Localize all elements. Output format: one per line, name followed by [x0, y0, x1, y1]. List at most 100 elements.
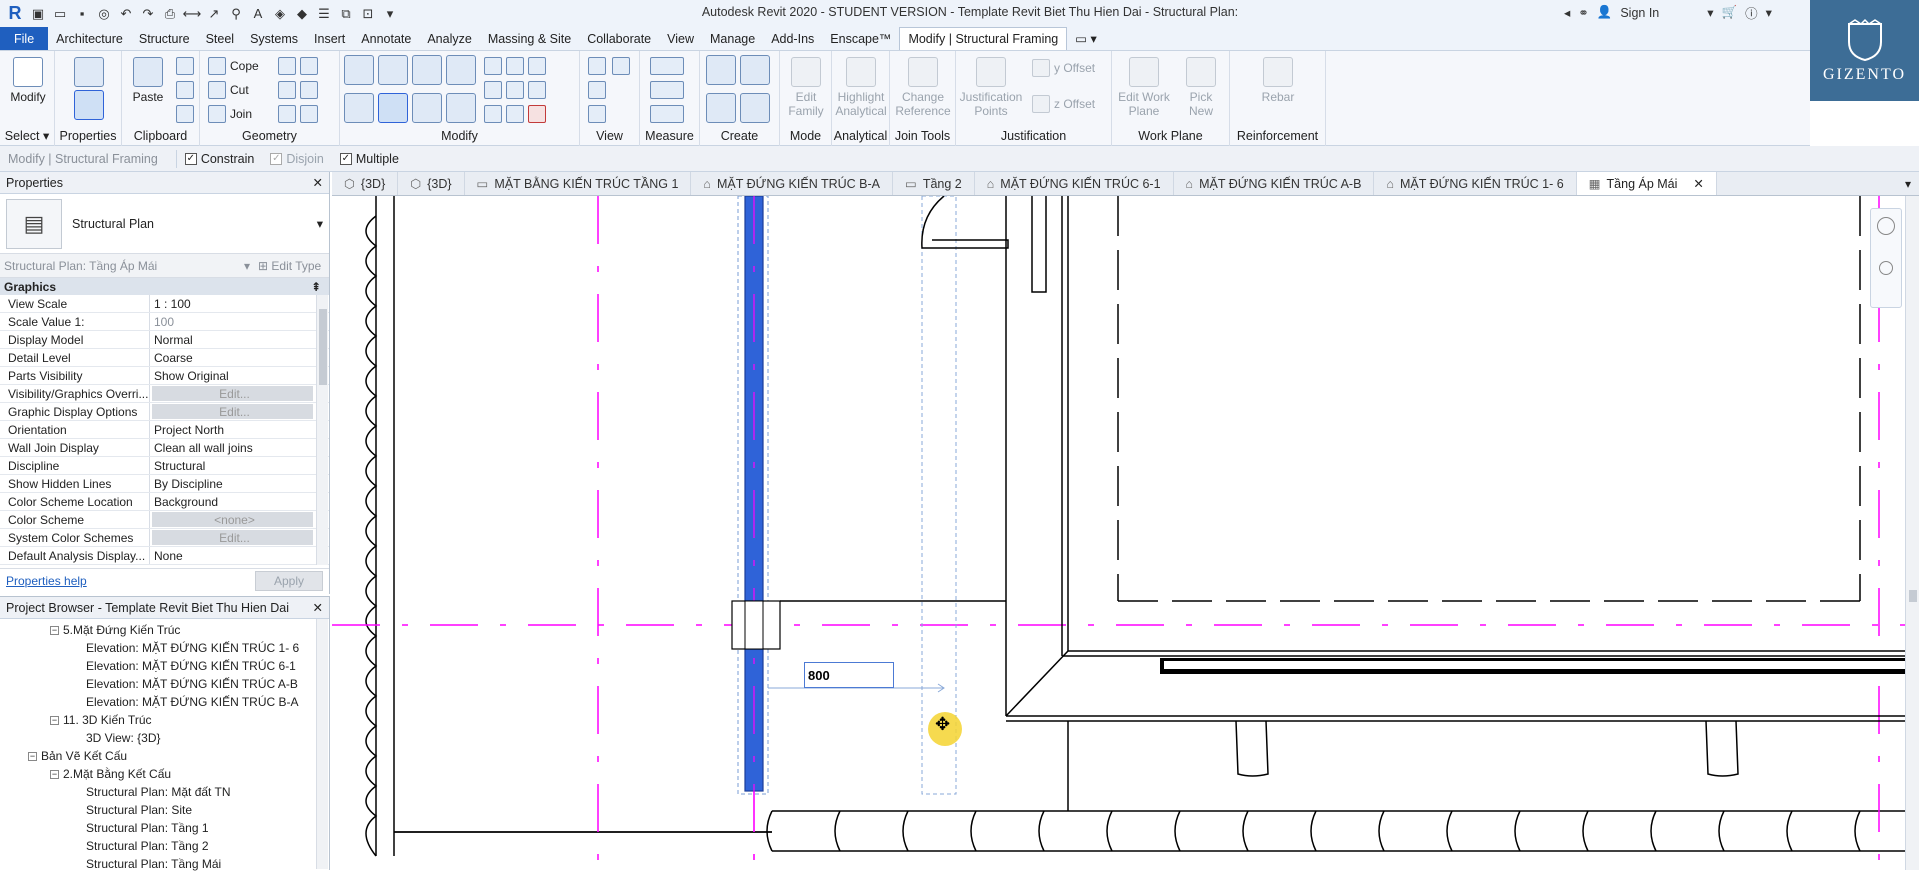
- y-offset-icon[interactable]: [1032, 59, 1050, 77]
- canvas-vertical-scrollbar[interactable]: [1905, 196, 1919, 870]
- default-3d-icon[interactable]: ◈: [270, 4, 290, 24]
- demolish-icon[interactable]: [278, 105, 296, 123]
- open-icon[interactable]: ▭: [50, 4, 70, 24]
- collapse-toggle-icon[interactable]: −: [50, 770, 59, 780]
- tab-structure[interactable]: Structure: [131, 27, 198, 50]
- view-tool-icon[interactable]: [588, 105, 606, 123]
- switch-windows-icon[interactable]: ⊡: [358, 4, 378, 24]
- help-dropdown-icon[interactable]: ▾: [1766, 5, 1772, 20]
- property-value[interactable]: <none>: [152, 512, 313, 527]
- paint-icon[interactable]: [300, 57, 318, 75]
- property-row[interactable]: Display Model Normal: [0, 331, 329, 349]
- property-value[interactable]: 100: [150, 313, 329, 330]
- browser-node[interactable]: 3D View: {3D}: [0, 729, 329, 747]
- zoom-icon[interactable]: [1879, 261, 1893, 275]
- create-similar-icon[interactable]: [740, 93, 770, 123]
- modify-button[interactable]: Modify: [8, 57, 48, 104]
- copy-element-icon[interactable]: [378, 93, 408, 123]
- property-value[interactable]: By Discipline: [150, 475, 329, 492]
- sync-icon[interactable]: ◎: [94, 4, 114, 24]
- tab-analyze[interactable]: Analyze: [419, 27, 479, 50]
- align-icon[interactable]: [344, 55, 374, 85]
- sign-in-link[interactable]: Sign In: [1620, 6, 1659, 20]
- properties-help-link[interactable]: Properties help: [6, 574, 87, 588]
- property-value[interactable]: Clean all wall joins: [150, 439, 329, 456]
- property-row[interactable]: Show Hidden Lines By Discipline: [0, 475, 329, 493]
- collapse-toggle-icon[interactable]: −: [50, 626, 59, 636]
- save-icon[interactable]: ▪: [72, 4, 92, 24]
- text-icon[interactable]: A: [248, 4, 268, 24]
- pin-icon[interactable]: [528, 57, 546, 75]
- tab-massing-site[interactable]: Massing & Site: [480, 27, 579, 50]
- property-value[interactable]: Edit...: [152, 386, 313, 401]
- aligned-dimension-icon[interactable]: ↗: [204, 4, 224, 24]
- browser-node[interactable]: −5.Mặt Đứng Kiến Trúc: [0, 621, 329, 639]
- mirror-pick-axis-icon[interactable]: [412, 55, 442, 85]
- disjoin-checkbox[interactable]: ✓ Disjoin: [270, 152, 324, 166]
- property-value[interactable]: Structural: [150, 457, 329, 474]
- override-graphics-icon[interactable]: [612, 57, 630, 75]
- print-icon[interactable]: ⎙: [160, 4, 180, 24]
- undo-icon[interactable]: ↶: [116, 4, 136, 24]
- browser-scrollbar[interactable]: [316, 619, 328, 869]
- property-row[interactable]: Orientation Project North: [0, 421, 329, 439]
- copy-icon[interactable]: [176, 81, 194, 99]
- properties-button[interactable]: [69, 57, 109, 123]
- tab-annotate[interactable]: Annotate: [353, 27, 419, 50]
- close-properties-icon[interactable]: ✕: [313, 175, 323, 190]
- close-tab-icon[interactable]: ✕: [1693, 176, 1703, 191]
- edit-work-plane-button[interactable]: Edit Work Plane: [1116, 57, 1172, 118]
- array-icon[interactable]: [484, 81, 502, 99]
- property-value[interactable]: Background: [150, 493, 329, 510]
- property-row[interactable]: Parts Visibility Show Original: [0, 367, 329, 385]
- wall-joins-icon[interactable]: [278, 81, 296, 99]
- tab-systems[interactable]: Systems: [242, 27, 306, 50]
- properties-scrollbar-thumb[interactable]: [319, 309, 327, 385]
- z-offset-icon[interactable]: [1032, 95, 1050, 113]
- split-element-icon[interactable]: [484, 57, 502, 75]
- collapse-toggle-icon[interactable]: −: [50, 716, 59, 726]
- split-gap-icon[interactable]: [506, 57, 524, 75]
- view-tab[interactable]: ⌂ MẶT ĐỨNG KIẾN TRÚC A-B: [1174, 172, 1375, 195]
- browser-node[interactable]: −11. 3D Kiến Trúc: [0, 711, 329, 729]
- view-tab[interactable]: ⌂ MẶT ĐỨNG KIẾN TRÚC 1- 6: [1374, 172, 1577, 195]
- view-tab[interactable]: ⬡ {3D}: [398, 172, 465, 195]
- create-group-icon[interactable]: [706, 93, 736, 123]
- scrollbar-thumb[interactable]: [1909, 590, 1917, 602]
- tab-view[interactable]: View: [659, 27, 702, 50]
- property-value[interactable]: 1 : 100: [150, 295, 329, 312]
- property-row[interactable]: Wall Join Display Clean all wall joins: [0, 439, 329, 457]
- pick-new-button[interactable]: Pick New: [1178, 57, 1224, 118]
- browser-node[interactable]: Elevation: MẶT ĐỨNG KIẾN TRÚC 6-1: [0, 657, 329, 675]
- property-value[interactable]: Edit...: [152, 530, 313, 545]
- create-parts-icon[interactable]: [740, 55, 770, 85]
- match-type-icon[interactable]: [176, 105, 194, 123]
- cut-scissors-icon[interactable]: [176, 57, 194, 75]
- paste-button[interactable]: Paste: [130, 57, 166, 104]
- view-tab[interactable]: ▦ Tầng Áp Mái ✕: [1576, 172, 1717, 195]
- tab-architecture[interactable]: Architecture: [48, 27, 131, 50]
- trim-single-icon[interactable]: [506, 105, 524, 123]
- beam-joins-icon[interactable]: [300, 81, 318, 99]
- paint-brush-icon[interactable]: [300, 105, 318, 123]
- highlight-analytical-button[interactable]: Highlight Analytical: [834, 57, 888, 118]
- property-value[interactable]: Project North: [150, 421, 329, 438]
- property-value[interactable]: Edit...: [152, 404, 313, 419]
- constrain-checkbox[interactable]: ✓ Constrain: [184, 152, 254, 166]
- trim-extend-icon[interactable]: [446, 93, 476, 123]
- move-icon[interactable]: [344, 93, 374, 123]
- cut-geometry-icon[interactable]: [208, 81, 226, 99]
- rebar-button[interactable]: Rebar: [1256, 57, 1300, 104]
- dimension-icon[interactable]: [650, 81, 684, 99]
- property-value[interactable]: Coarse: [150, 349, 329, 366]
- linework-icon[interactable]: [588, 81, 606, 99]
- measure-icon[interactable]: ⟷: [182, 4, 202, 24]
- browser-node[interactable]: Structural Plan: Tầng 1: [0, 819, 329, 837]
- revit-logo-icon[interactable]: R: [4, 3, 26, 24]
- tab-add-ins[interactable]: Add-Ins: [763, 27, 822, 50]
- apply-button[interactable]: Apply: [254, 570, 323, 591]
- cut-button[interactable]: Cut: [230, 83, 249, 97]
- property-value[interactable]: Normal: [150, 331, 329, 348]
- thin-lines-icon[interactable]: ☰: [314, 4, 334, 24]
- offset-icon[interactable]: [378, 55, 408, 85]
